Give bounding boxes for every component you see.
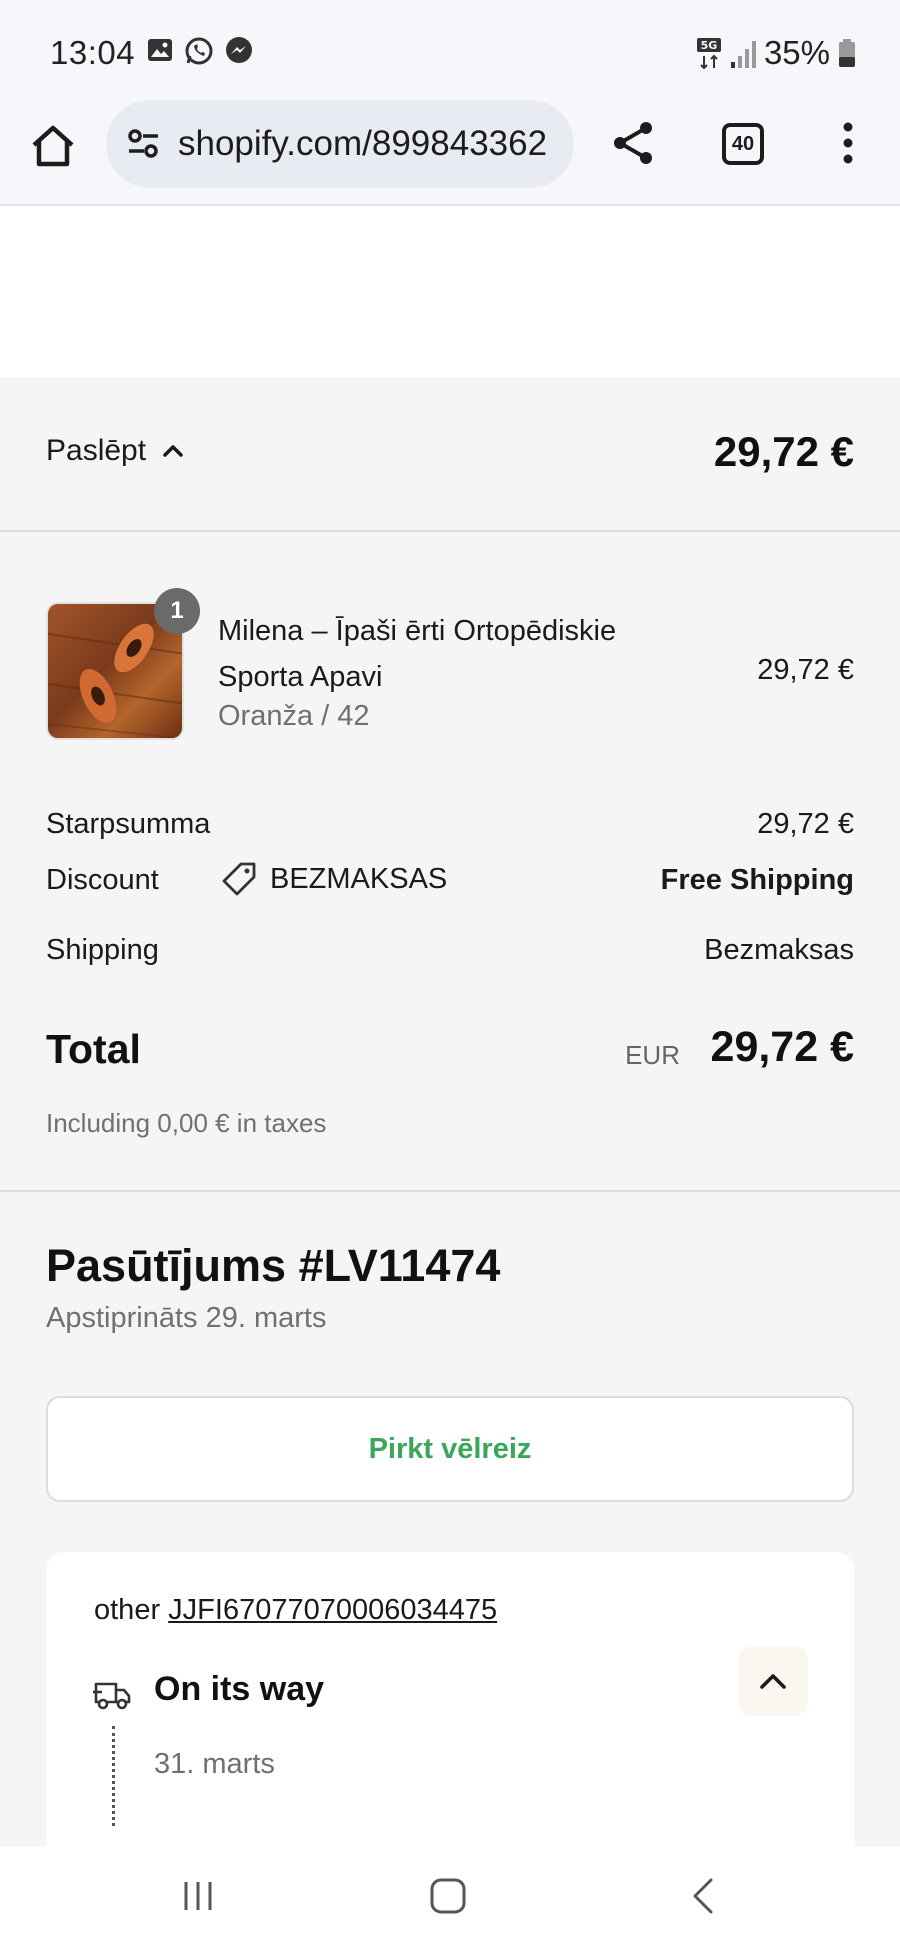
chevron-up-icon — [760, 1674, 786, 1689]
messenger-icon — [226, 37, 252, 63]
recent-apps-icon[interactable] — [178, 1876, 218, 1916]
status-time: 13:04 — [50, 34, 136, 71]
summary-toggle-label: Paslēpt — [46, 434, 147, 467]
product-price: 29,72 € — [757, 654, 854, 686]
buy-again-button[interactable]: Pirkt vēlreiz — [46, 1396, 854, 1502]
more-menu-icon[interactable] — [830, 120, 866, 166]
address-bar[interactable]: shopify.com/899843362 — [106, 100, 574, 188]
tracking-number[interactable]: JJFI67077070006034475 — [168, 1594, 497, 1626]
summary-toggle[interactable]: Paslēpt — [46, 434, 186, 468]
signal-icon — [730, 41, 756, 68]
subtotal-value: 29,72 € — [757, 808, 854, 840]
shipping-value: Bezmaksas — [704, 934, 854, 966]
shipping-label: Shipping — [46, 934, 159, 966]
divider — [0, 1190, 900, 1192]
shipping-row: Shipping Bezmaksas — [46, 934, 854, 978]
product-line-item: 1 Milena – Īpaši ērti Ortopēdiskie Sport… — [46, 588, 854, 752]
discount-code: BEZMAKSAS — [220, 860, 447, 898]
gallery-icon — [148, 39, 172, 61]
page-header-blank — [0, 206, 900, 378]
battery-icon — [839, 39, 855, 67]
system-status-icons: 5G 35% — [696, 34, 856, 72]
status-bar: 13:04 5G 35% — [0, 0, 900, 96]
discount-row: Discount BEZMAKSAS Free Shipping — [46, 863, 854, 908]
tracking-info: other JJFI67077070006034475 — [94, 1594, 497, 1627]
tracking-event-date: 31. marts — [154, 1748, 275, 1780]
back-icon[interactable] — [684, 1876, 724, 1916]
timeline-line — [112, 1726, 115, 1826]
system-nav-bar — [0, 1846, 900, 1950]
chevron-up-icon — [163, 445, 183, 457]
total-label: Total — [46, 1026, 141, 1072]
network-5g-icon: 5G — [696, 38, 721, 70]
home-icon[interactable] — [28, 121, 78, 171]
discount-code-text: BEZMAKSAS — [270, 862, 448, 895]
discount-value: Free Shipping — [660, 864, 854, 896]
browser-toolbar: shopify.com/899843362 40 — [0, 96, 900, 206]
header-total: 29,72 € — [713, 428, 854, 475]
shipment-status: On its way — [154, 1670, 325, 1708]
quantity-badge: 1 — [154, 588, 200, 634]
url-text[interactable]: shopify.com/899843362 — [178, 124, 547, 164]
tag-icon — [222, 862, 256, 896]
discount-label: Discount — [46, 864, 159, 896]
share-icon[interactable] — [610, 120, 656, 166]
product-name: Milena – Īpaši ērti Ortopēdiskie Sporta … — [218, 615, 617, 693]
order-summary: Paslēpt 29,72 € 1 Milena – Īpaši ērti Or… — [0, 378, 900, 1950]
site-settings-icon[interactable] — [124, 124, 164, 164]
tabs-button[interactable]: 40 — [722, 123, 764, 165]
order-confirmed-date: Apstiprināts 29. marts — [46, 1302, 327, 1334]
svg-text:5G: 5G — [701, 39, 718, 52]
collapse-tracking-button[interactable] — [738, 1646, 808, 1716]
subtotal-label: Starpsumma — [46, 808, 211, 840]
total-value: 29,72 € — [710, 1023, 854, 1071]
carrier-name: other — [94, 1594, 161, 1626]
whatsapp-icon — [185, 37, 213, 65]
order-title: Pasūtījums #LV11474 — [46, 1240, 501, 1291]
notification-icons — [146, 36, 254, 66]
taxes-note: Including 0,00 € in taxes — [46, 1108, 327, 1138]
subtotal-row: Starpsumma 29,72 € — [46, 808, 854, 852]
total-currency: EUR — [625, 1040, 680, 1070]
product-variant: Oranža / 42 — [218, 700, 370, 732]
truck-icon — [93, 1682, 131, 1710]
battery-percent: 35% — [763, 34, 830, 71]
home-nav-icon[interactable] — [428, 1876, 468, 1916]
summary-toggle-row[interactable]: Paslēpt 29,72 € — [0, 378, 900, 532]
